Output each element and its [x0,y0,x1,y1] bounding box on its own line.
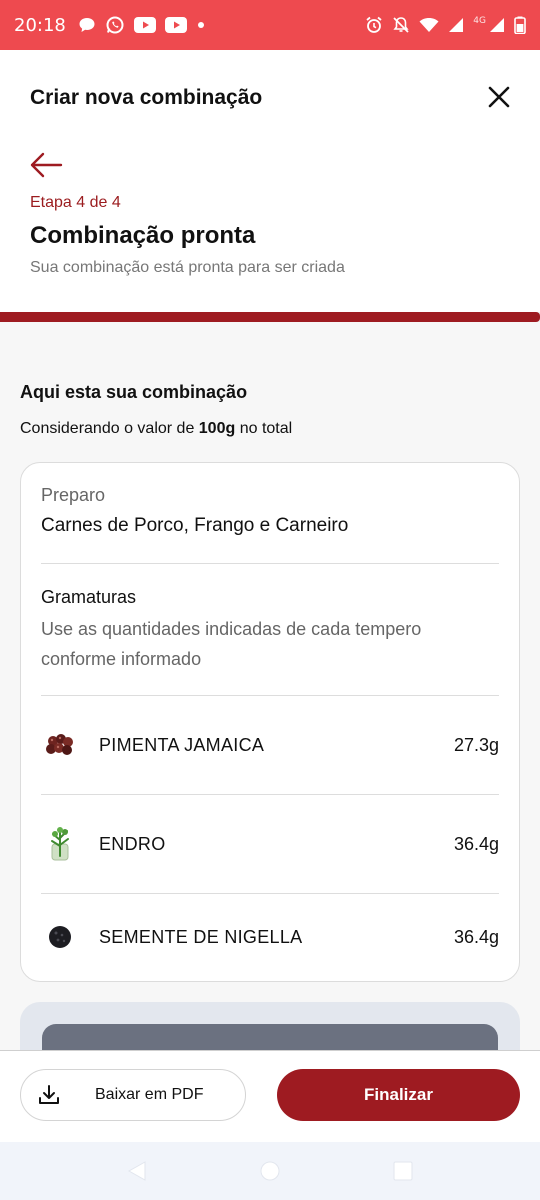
preparo-label: Preparo [41,485,106,505]
youtube-icon [133,17,156,33]
divider [41,563,499,564]
gramaturas-title: Gramaturas [41,587,137,607]
secondary-card-image [42,1024,498,1050]
summary-total-weight: 100g [198,420,236,437]
nav-home-button[interactable] [256,1157,284,1185]
dill-icon [41,825,79,863]
signal-icon [448,17,464,33]
spice-name: SEMENTE DE NIGELLA [99,926,303,947]
summary-description: Considerando o valor de 100g no total [20,420,292,438]
nav-home-icon [260,1161,280,1181]
footer-actions: Baixar em PDF Finalizar [0,1050,540,1142]
close-button[interactable] [484,82,514,112]
spice-row: SEMENTE DE NIGELLA 36.4g [41,894,499,980]
nigella-seed-icon [41,918,79,956]
spice-name: ENDRO [99,833,166,854]
close-icon [488,86,510,108]
wifi-icon [419,17,439,33]
page-title: Criar nova combinação [30,86,263,109]
dot-icon [196,20,206,30]
back-button[interactable] [28,150,64,180]
chat-bubble-icon [78,16,96,34]
summary-desc-prefix: Considerando o valor de [20,420,199,437]
gramaturas-description: Use as quantidades indicadas de cada tem… [41,619,422,669]
arrow-left-icon [30,152,63,178]
finish-button[interactable]: Finalizar [277,1069,520,1121]
alarm-icon [365,16,383,34]
mute-icon [392,16,410,34]
secondary-card [20,1002,520,1050]
step-subtitle: Sua combinação está pronta para ser cria… [30,259,345,276]
spice-amount: 27.3g [453,734,499,755]
summary-title: Aqui esta sua combinação [20,382,248,402]
step-title: Combinação pronta [30,222,256,249]
summary-desc-suffix: no total [235,420,293,437]
system-navigation-bar [0,1142,540,1200]
status-bar: 20:18 4G [0,0,540,50]
spice-amount: 36.4g [453,833,499,854]
network-type: 4G [473,16,486,26]
download-pdf-label: Baixar em PDF [95,1086,204,1103]
combination-card: Preparo Carnes de Porco, Frango e Carnei… [20,462,520,982]
wizard-header: Criar nova combinação Etapa 4 de 4 Combi… [0,50,540,314]
download-pdf-button[interactable]: Baixar em PDF [20,1069,246,1121]
allspice-icon [41,726,79,764]
nav-back-icon [127,1161,146,1181]
nav-recents-icon [393,1161,413,1181]
battery-icon [514,16,526,34]
spice-row: ENDRO 36.4g [41,795,499,893]
download-icon [39,1085,59,1104]
youtube-icon [164,17,187,33]
nav-back-button[interactable] [123,1157,151,1185]
signal-icon [489,17,505,33]
whatsapp-icon [105,15,125,35]
main-content[interactable]: Aqui esta sua combinação Considerando o … [0,322,540,1050]
spice-name: PIMENTA JAMAICA [99,734,265,755]
preparo-value: Carnes de Porco, Frango e Carneiro [41,515,349,536]
nav-recents-button[interactable] [389,1157,417,1185]
spice-amount: 36.4g [453,926,499,947]
step-label: Etapa 4 de 4 [30,194,121,211]
status-time: 20:18 [14,14,66,36]
progress-bar-fill [0,312,540,322]
progress-bar [0,312,540,322]
spice-row: PIMENTA JAMAICA 27.3g [41,696,499,794]
